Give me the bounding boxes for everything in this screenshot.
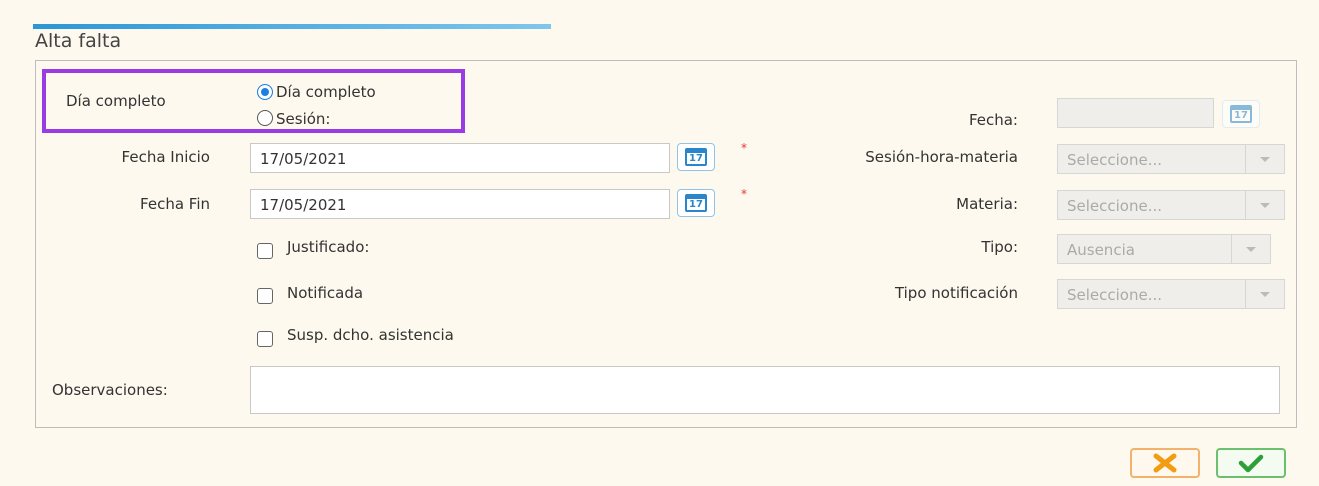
fecha-inicio-input[interactable]: 17/05/2021 bbox=[250, 143, 670, 173]
observaciones-label: Observaciones: bbox=[52, 381, 168, 399]
radio-sesion[interactable] bbox=[257, 110, 273, 126]
radio-sesion-label[interactable]: Sesión: bbox=[276, 110, 330, 128]
title-accent-bar bbox=[33, 24, 551, 29]
fecha-fin-label: Fecha Fin bbox=[140, 195, 210, 213]
chevron-down-icon bbox=[1231, 235, 1270, 263]
justificado-checkbox[interactable] bbox=[257, 243, 273, 259]
radio-dia-completo-label[interactable]: Día completo bbox=[276, 83, 376, 101]
required-mark: * bbox=[741, 141, 747, 155]
tipo-notificacion-select[interactable]: Seleccione... bbox=[1057, 279, 1285, 309]
modo-label: Día completo bbox=[66, 92, 166, 110]
notificada-checkbox[interactable] bbox=[257, 288, 273, 304]
sesion-hora-materia-label: Sesión-hora-materia bbox=[865, 148, 1018, 166]
fecha-fin-calendar-button[interactable]: 17 bbox=[677, 189, 715, 217]
fecha-inicio-label: Fecha Inicio bbox=[121, 148, 210, 166]
cancel-button[interactable] bbox=[1130, 448, 1200, 478]
tipo-notificacion-label: Tipo notificación bbox=[894, 284, 1018, 302]
materia-label: Materia: bbox=[956, 195, 1018, 213]
fecha-inicio-calendar-button[interactable]: 17 bbox=[677, 143, 715, 171]
materia-value: Seleccione... bbox=[1067, 197, 1163, 215]
susp-asistencia-label: Susp. dcho. asistencia bbox=[287, 326, 454, 344]
radio-dia-completo[interactable] bbox=[257, 84, 273, 100]
check-icon bbox=[1238, 454, 1264, 473]
tipo-label: Tipo: bbox=[981, 238, 1018, 256]
tipo-notificacion-value: Seleccione... bbox=[1067, 286, 1163, 304]
notificada-label: Notificada bbox=[287, 284, 364, 302]
confirm-button[interactable] bbox=[1216, 448, 1286, 478]
calendar-icon: 17 bbox=[685, 148, 707, 166]
tipo-select[interactable]: Ausencia bbox=[1057, 234, 1271, 264]
observaciones-textarea[interactable] bbox=[250, 366, 1280, 414]
sesion-hora-materia-select[interactable]: Seleccione... bbox=[1057, 144, 1285, 174]
chevron-down-icon bbox=[1245, 145, 1284, 173]
chevron-down-icon bbox=[1245, 280, 1284, 308]
justificado-label: Justificado: bbox=[287, 238, 370, 256]
calendar-icon: 17 bbox=[685, 194, 707, 212]
calendar-icon: 17 bbox=[1230, 105, 1252, 123]
close-icon bbox=[1153, 453, 1177, 473]
fecha-calendar-button[interactable]: 17 bbox=[1222, 100, 1260, 128]
fecha-input[interactable] bbox=[1057, 98, 1214, 128]
fecha-label: Fecha: bbox=[968, 111, 1018, 129]
susp-asistencia-checkbox[interactable] bbox=[257, 331, 273, 347]
tipo-value: Ausencia bbox=[1067, 241, 1135, 259]
required-mark: * bbox=[741, 187, 747, 201]
sesion-hora-materia-value: Seleccione... bbox=[1067, 151, 1163, 169]
materia-select[interactable]: Seleccione... bbox=[1057, 190, 1285, 220]
chevron-down-icon bbox=[1245, 191, 1284, 219]
fecha-fin-input[interactable]: 17/05/2021 bbox=[250, 189, 670, 219]
dialog-title: Alta falta bbox=[35, 30, 122, 52]
